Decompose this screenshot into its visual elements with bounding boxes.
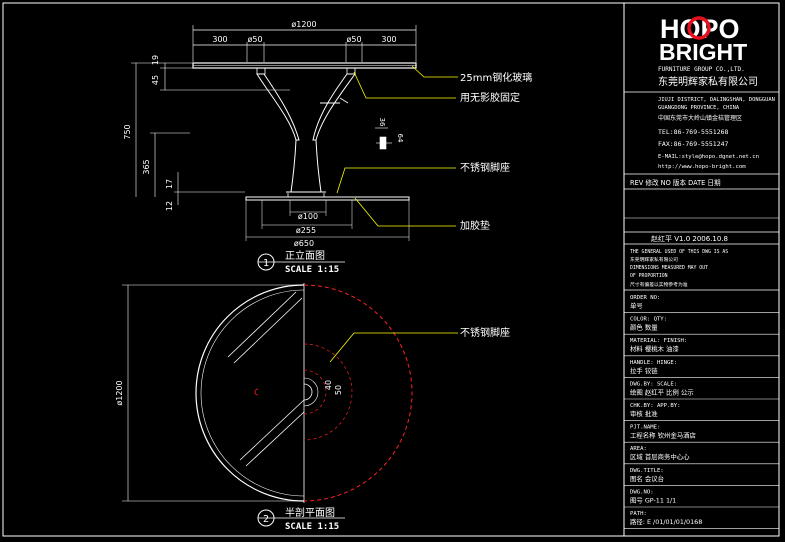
front-elevation-view: ø1200 300 ø50 ø50 300 19 45 750 365 17 1… [123,20,532,275]
dim-d255: ø255 [296,226,316,235]
note-glass: 25mm钢化玻璃 [460,71,532,84]
elevation-scale: SCALE 1:15 [285,265,339,275]
address-line-2: GUANGDONG PROVINCE, CHINA [658,105,740,111]
leader-base [336,167,456,194]
plan-top-left-half [195,284,305,502]
pedestal-right-arm [312,73,356,141]
field-value-1: 颜色 数量 [630,323,658,332]
cad-drawing-canvas: ø1200 300 ø50 ø50 300 19 45 750 365 17 1… [2,2,780,537]
field-value-8: 图名 会议台 [630,474,664,483]
tel: TEL:86-769-5551268 [658,128,729,136]
field-label-8: DWG.TITLE: [630,468,664,474]
plan-dim-50: 50 [334,385,343,395]
plan-title: 半剖平面图 [285,506,335,519]
copyright-1: THE GENERAL USED OF THIS DWG IS AS [630,249,728,255]
address-line-3: 中国东莞市大岭山镇金桔管理区 [658,114,742,122]
field-value-4: 绘图 赵红平 比例 公示 [630,387,694,396]
plan-leader-base [329,332,458,363]
field-value-10: 路径: E /01/01/01/0168 [630,517,702,526]
field-value-2: 材料 樱桃木 油漆 [630,344,679,353]
note-glue: 用无影胶固定 [460,91,520,104]
dim-bracket-64: 64 [396,134,404,143]
plan-dim-diameter: ø1200 [115,380,124,405]
dim-base-17: 17 [165,179,174,189]
field-value-3: 拉手 铰链 [630,366,658,375]
dim-top-19: 19 [151,55,160,65]
dim-d650: ø650 [294,239,314,248]
plan-note-base: 不锈钢脚座 [460,326,510,339]
note-pad: 加胶垫 [460,219,490,232]
dim-total-750: 750 [123,124,132,139]
field-label-3: HANDLE: HINGE: [630,360,677,366]
address-line-1: JIUJI DISTRICT, DALINGSHAN, DONGGUAN [658,97,775,103]
field-label-5: CHK.BY: APP.BY: [630,403,681,409]
field-label-10: PATH: [630,511,647,517]
field-label-2: MATERIAL: FINISH: [630,338,687,344]
email: E-MAIL:style@hopo.dgnet.net.cn [658,154,759,160]
dim-d100: ø100 [298,212,318,221]
field-label-7: AREA: [630,446,647,452]
dim-hole-right: ø50 [346,35,361,44]
dim-overall-width: ø1200 [291,20,316,29]
field-value-5: 审核 批准 [630,409,658,418]
field-value-7: 区域 首层商务中心心 [630,452,690,461]
field-label-4: DWG.BY: SCALE: [630,381,677,387]
note-base: 不锈钢脚座 [460,161,510,174]
dim-hole-left: ø50 [247,35,262,44]
company-cn: 东莞明辉家私有限公司 [658,75,758,88]
field-label-1: COLOR: QTY: [630,317,667,323]
elevation-title: 正立面图 [285,249,325,262]
plan-scale: SCALE 1:15 [285,522,339,532]
title-block: HOPO BRIGHT FURNITURE GROUP CO.,LTD. 东莞明… [624,14,779,529]
field-label-0: ORDER NO: [630,295,660,301]
company-en: FURNITURE GROUP CO.,LTD. [658,66,745,73]
logo-bright: BRIGHT [659,39,747,65]
plan-dim-40: 40 [324,380,333,390]
pedestal-left-arm [256,73,300,141]
view-number-1: 1 [263,258,269,269]
title-block-fields: ORDER NO:单号 COLOR: QTY:颜色 数量 MATERIAL: FIN… [624,295,779,529]
web: http://www.hopo-bright.com [658,164,746,170]
copyright-4: OF PROPORTION [630,273,668,279]
fax: FAX:86-769-5551247 [658,140,729,148]
base-plate [245,196,410,201]
pedestal-column [290,139,322,193]
copyright-5: 尺寸有偏差以实物参考为准 [630,281,688,288]
copyright-3: DIMENSIONS MEASURED MAY OUT [630,265,708,271]
plan-section-right-half [303,284,413,502]
leader-pad [354,197,456,227]
field-value-9: 图号 GP-11 1/1 [630,496,676,504]
leader-glue [353,71,456,99]
field-label-6: PJT.NAME: [630,425,660,431]
dim-bracket-36: 36 [378,118,386,127]
dim-left-300: 300 [212,35,227,44]
rev-entry: 赵红平 V1.0 2006.10.8 [651,234,728,243]
rev-header: REV 修改 NO 版本 DATE 日期 [630,178,721,187]
dim-top-45: 45 [151,75,160,85]
dim-base-12: 12 [165,201,174,211]
half-section-plan-view: ø1200 40 50 不锈钢脚座 2 半剖平面图 SCALE 1:15 [115,283,510,532]
field-value-0: 单号 [630,301,643,310]
leader-glass [411,65,458,78]
field-label-9: DWG.NO: [630,489,654,495]
dim-right-300: 300 [381,35,396,44]
field-value-6: 工程名称 钦州金马酒店 [630,431,697,440]
view-number-2: 2 [263,514,269,525]
copyright-2: 东莞明辉家私有限公司 [630,256,678,263]
dim-mid-365: 365 [142,159,151,174]
